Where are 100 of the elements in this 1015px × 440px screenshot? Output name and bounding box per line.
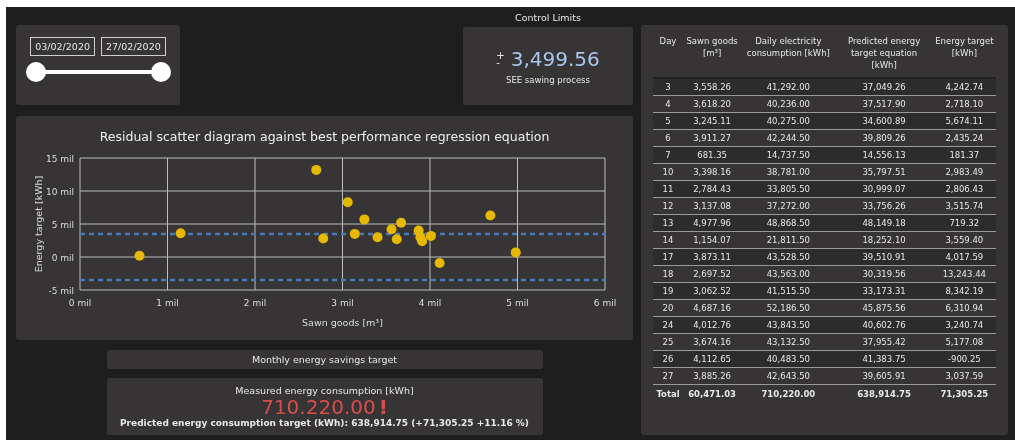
- axis-tick-label: 3 mil: [331, 298, 354, 308]
- axis-tick-label: 0 mil: [68, 298, 92, 308]
- table-cell: 181.37: [949, 150, 980, 160]
- table-cell: 7: [665, 150, 671, 160]
- table-cell: 21,811.50: [766, 235, 810, 245]
- data-point: [359, 214, 370, 225]
- data-point: [175, 228, 186, 239]
- table-cell: 41,292.00: [766, 82, 810, 92]
- table-cell: 4,242.74: [945, 82, 984, 92]
- axis-tick-label: 15 mil: [45, 154, 74, 164]
- data-point: [349, 228, 360, 239]
- axis-tick-label: 5 mil: [51, 220, 74, 230]
- table-cell: 18,252.10: [862, 235, 906, 245]
- table-cell: 48,868.50: [766, 218, 810, 228]
- table-cell: 41,515.50: [766, 286, 810, 296]
- total-cell: 71,305.25: [940, 389, 989, 399]
- table-cell: 37,955.42: [862, 337, 906, 347]
- table-cell: 43,843.50: [766, 320, 810, 330]
- table-cell: 40,236.00: [766, 99, 810, 109]
- range-slider-track[interactable]: [25, 62, 171, 82]
- axis-tick-label: 5 mil: [506, 298, 529, 308]
- minus-sign: -: [496, 59, 500, 66]
- data-point: [396, 217, 407, 228]
- kpi-caption: SEE sawing process: [506, 75, 590, 85]
- table-cell: 18: [662, 269, 674, 279]
- table-cell: 10: [662, 167, 674, 177]
- table-cell: 42,643.50: [766, 371, 810, 381]
- table-cell: 3,398.16: [693, 167, 731, 177]
- table-cell: 11: [662, 184, 674, 194]
- table-cell: 5,674.11: [945, 116, 984, 126]
- data-point: [425, 230, 436, 241]
- axis-tick-label: 1 mil: [156, 298, 179, 308]
- data-point: [311, 164, 322, 175]
- total-cell: 710,220.00: [761, 389, 816, 399]
- table-cell: 19: [662, 286, 674, 296]
- date-field[interactable]: 27/02/2020: [101, 37, 166, 56]
- table-cell: 3,873.11: [693, 252, 731, 262]
- table-cell: 43,528.50: [766, 252, 810, 262]
- table-cell: 4,977.96: [693, 218, 731, 228]
- date-field[interactable]: 03/02/2020: [30, 37, 95, 56]
- table-cell: 719.32: [949, 218, 980, 228]
- total-cell: 638,914.75: [857, 389, 911, 399]
- table-cell: 3,674.16: [693, 337, 731, 347]
- table-cell: 33,756.26: [862, 201, 906, 211]
- table-cell: 30,999.07: [862, 184, 906, 194]
- data-point: [372, 232, 383, 243]
- table-cell: 39,510.91: [862, 252, 906, 262]
- table-cell: 12: [662, 201, 674, 211]
- table-cell: 37,049.26: [862, 82, 906, 92]
- slider-handle[interactable]: [25, 62, 46, 82]
- table-cell: -900.25: [947, 354, 981, 364]
- table-cell: 3,240.74: [945, 320, 984, 330]
- data-point: [134, 250, 145, 261]
- table-cell: 2,806.43: [945, 184, 984, 194]
- table-cell: 39,605.91: [862, 371, 906, 381]
- table-cell: 48,149.18: [862, 218, 906, 228]
- table-cell: 41,383.75: [862, 354, 906, 364]
- column-header: Predicted energy target equation [kWh]: [847, 36, 921, 70]
- table-cell: 4,012.76: [693, 320, 731, 330]
- table-cell: 4,017.59: [945, 252, 984, 262]
- table-cell: 14,556.13: [862, 150, 906, 160]
- table-cell: 1,154.07: [693, 235, 731, 245]
- data-point: [434, 257, 445, 268]
- data-point: [391, 234, 402, 245]
- table-cell: 24: [662, 320, 674, 330]
- column-header: Daily electricity consumption [kWh]: [746, 36, 830, 58]
- column-header: Sawn goods [m³]: [686, 36, 738, 58]
- table-cell: 33,173.31: [862, 286, 906, 296]
- table-cell: 33,805.50: [766, 184, 810, 194]
- table-cell: 4,112.65: [693, 354, 731, 364]
- table-cell: 8,342.19: [945, 286, 984, 296]
- axis-tick-label: 2 mil: [243, 298, 267, 308]
- total-cell: Total: [656, 389, 680, 399]
- table-cell: 681.35: [697, 150, 727, 160]
- table-cell: 6,310.94: [945, 303, 984, 313]
- table-cell: 2,697.52: [693, 269, 731, 279]
- data-point: [342, 197, 353, 208]
- slider-handle[interactable]: [150, 62, 171, 82]
- table-cell: 40,602.76: [862, 320, 906, 330]
- column-header: Energy target [kWh]: [935, 36, 994, 58]
- table-cell: 34,600.89: [862, 116, 906, 126]
- table-cell: 27: [662, 371, 674, 381]
- table-cell: 35,797.51: [862, 167, 906, 177]
- table-cell: 3,515.74: [945, 201, 984, 211]
- table-cell: 43,132.50: [766, 337, 810, 347]
- plus-sign: +: [496, 52, 505, 59]
- table-cell: 3: [665, 82, 671, 92]
- data-point: [510, 247, 521, 258]
- axis-tick-label: 0 mil: [51, 253, 74, 263]
- table-cell: 2,983.49: [945, 167, 984, 177]
- data-point: [318, 233, 329, 244]
- axis-tick-label: 6 mil: [593, 298, 617, 308]
- kpi-value: 3,499.56: [510, 47, 600, 71]
- table-cell: 3,559.40: [945, 235, 984, 245]
- table-cell: 14: [662, 235, 674, 245]
- section-title: Monthly energy savings target: [251, 354, 398, 365]
- axis-tick-label: -5 mil: [48, 286, 74, 296]
- table-cell: 3,618.20: [693, 99, 731, 109]
- table-cell: 14,737.50: [766, 150, 810, 160]
- table-cell: 2,784.43: [693, 184, 731, 194]
